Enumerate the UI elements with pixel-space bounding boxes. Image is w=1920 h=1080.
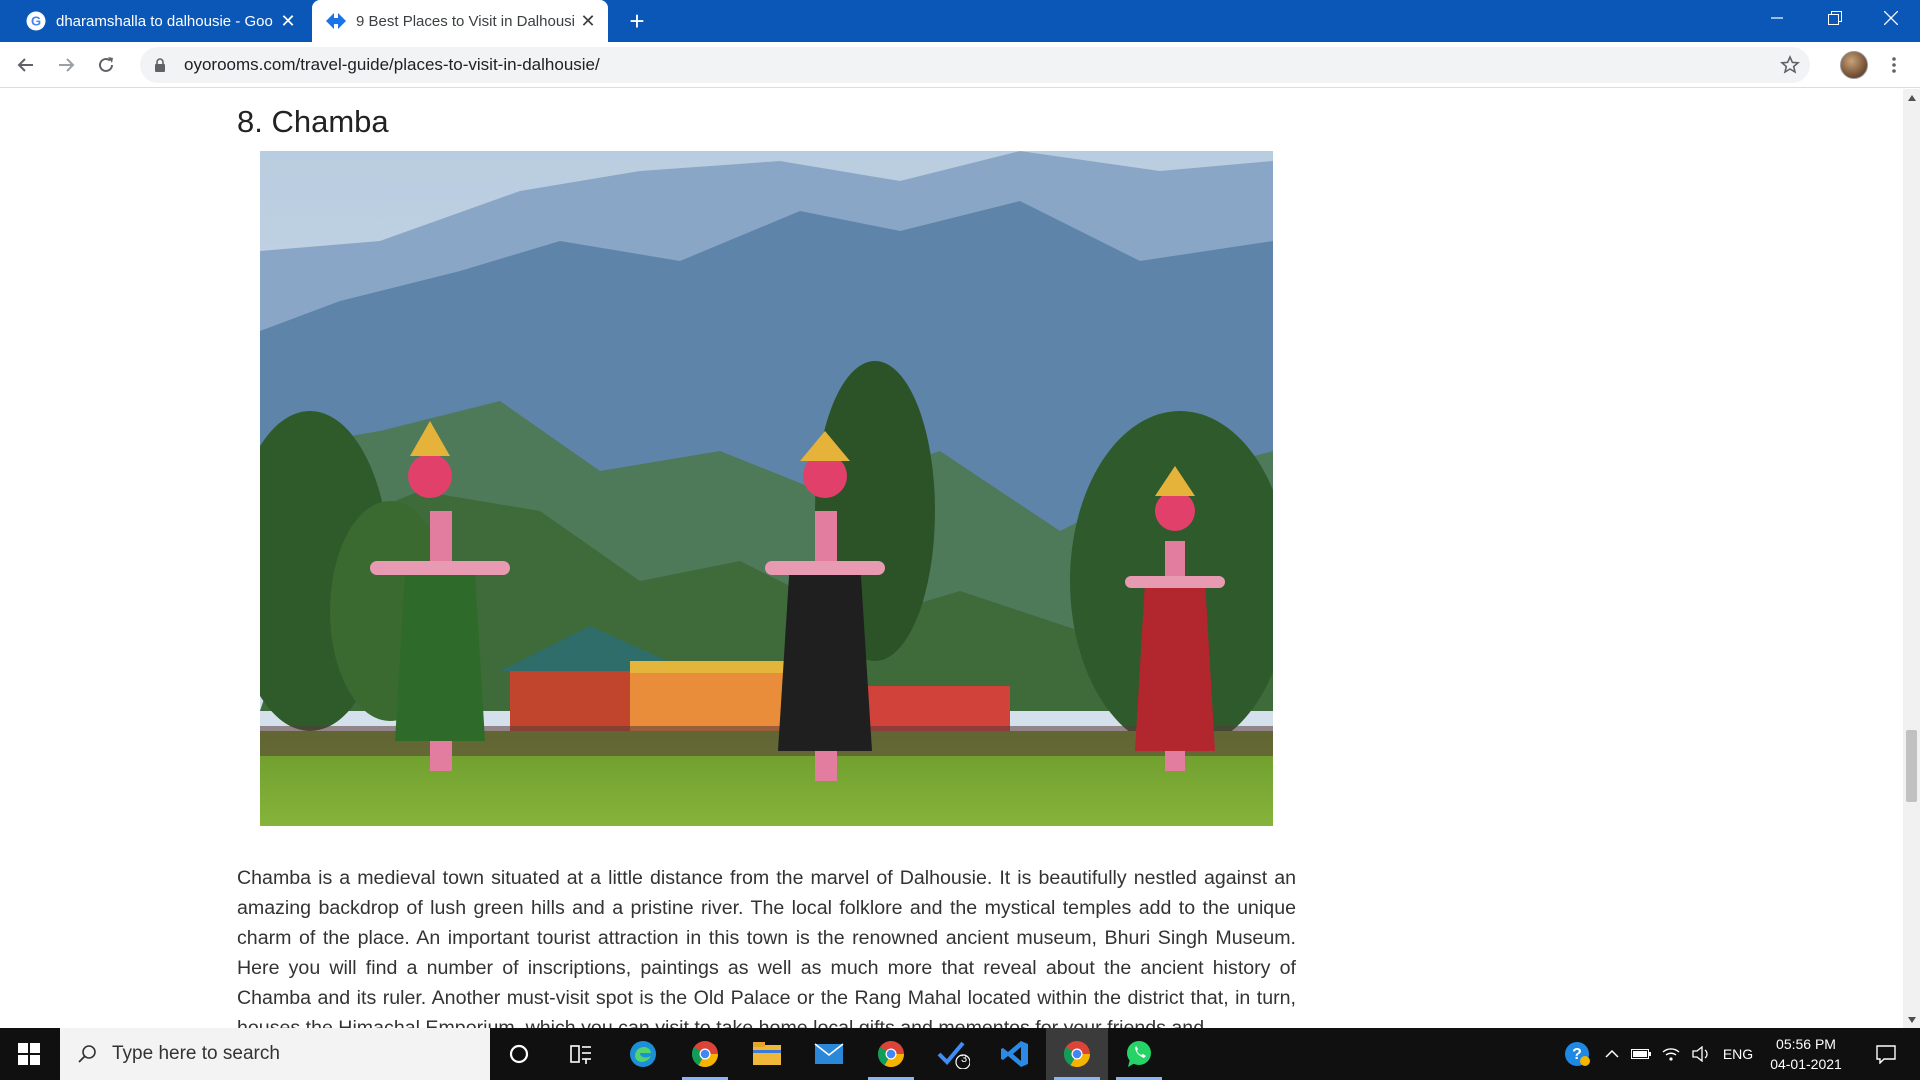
folder-icon <box>753 1042 781 1065</box>
cortana-icon <box>509 1044 529 1064</box>
mail-taskbar-icon[interactable] <box>798 1028 860 1080</box>
oyo-icon <box>326 11 346 31</box>
reload-icon <box>99 57 113 72</box>
scrollbar-thumb[interactable] <box>1906 730 1917 802</box>
edge-taskbar-icon[interactable] <box>612 1028 674 1080</box>
volume-icon[interactable] <box>1688 1028 1714 1080</box>
chrome-profile-taskbar-icon[interactable] <box>674 1028 736 1080</box>
vscode-taskbar-icon[interactable] <box>984 1028 1046 1080</box>
todo-taskbar-icon[interactable]: 3 <box>922 1028 984 1080</box>
chrome-taskbar-icon-2[interactable] <box>860 1028 922 1080</box>
start-button[interactable] <box>0 1028 58 1080</box>
task-view-icon <box>570 1045 591 1064</box>
vscode-icon <box>1001 1041 1028 1067</box>
cortana-button[interactable] <box>488 1028 550 1080</box>
chrome-taskbar-icon-active[interactable] <box>1046 1028 1108 1080</box>
help-tray-icon[interactable]: ? <box>1560 1028 1594 1080</box>
windows-logo-icon <box>18 1043 40 1065</box>
bookmark-star-icon[interactable] <box>1778 53 1802 77</box>
file-explorer-taskbar-icon[interactable] <box>736 1028 798 1080</box>
google-icon: G <box>26 11 46 31</box>
tab-google-search[interactable]: G dharamshalla to dalhousie - Goo ✕ <box>12 0 308 42</box>
url-text: oyorooms.com/travel-guide/places-to-visi… <box>184 55 600 74</box>
todo-badge: 3 <box>961 1053 968 1065</box>
mail-icon <box>814 1043 844 1064</box>
wifi-icon[interactable] <box>1658 1028 1684 1080</box>
close-window-button[interactable] <box>1862 0 1920 36</box>
windows-taskbar: Type here to search 3 ? ENG 05:56 PM 04-… <box>0 1028 1920 1080</box>
help-icon: ? <box>1565 1042 1590 1066</box>
more-menu-icon[interactable] <box>1880 51 1908 79</box>
task-view-button[interactable] <box>550 1028 612 1080</box>
tab-oyo-dalhousie[interactable]: 9 Best Places to Visit in Dalhousie ✕ <box>312 0 608 42</box>
chevron-up-icon[interactable] <box>1600 1028 1624 1080</box>
taskbar-clock[interactable]: 05:56 PM 04-01-2021 <box>1758 1034 1854 1074</box>
taskbar-search-box[interactable]: Type here to search <box>60 1028 490 1080</box>
restore-button[interactable] <box>1806 0 1864 36</box>
search-placeholder: Type here to search <box>112 1043 280 1064</box>
lock-icon[interactable] <box>152 57 168 73</box>
arrow-right-icon <box>59 58 75 72</box>
reload-button[interactable] <box>92 51 120 79</box>
new-tab-button[interactable]: + <box>622 6 652 36</box>
close-icon[interactable]: ✕ <box>574 7 602 35</box>
chrome-icon <box>691 1041 719 1068</box>
chrome-icon <box>877 1041 905 1068</box>
clock-time: 05:56 PM <box>1776 1036 1836 1052</box>
forward-button[interactable] <box>52 51 80 79</box>
search-icon <box>76 1043 98 1065</box>
language-indicator[interactable]: ENG <box>1718 1028 1758 1080</box>
scroll-up-arrow-icon[interactable] <box>1903 89 1920 106</box>
section-paragraph: Chamba is a medieval town situated at a … <box>237 867 1296 1028</box>
browser-toolbar: oyorooms.com/travel-guide/places-to-visi… <box>0 42 1920 88</box>
clock-date: 04-01-2021 <box>1770 1056 1842 1072</box>
svg-text:G: G <box>31 14 41 29</box>
language-label: ENG <box>1722 1046 1754 1062</box>
arrow-left-icon <box>17 58 33 72</box>
profile-avatar[interactable] <box>1840 51 1868 79</box>
scroll-down-arrow-icon[interactable] <box>1903 1011 1920 1028</box>
close-icon[interactable]: ✕ <box>274 7 302 35</box>
tab-title: dharamshalla to dalhousie - Goo <box>56 12 273 30</box>
battery-icon[interactable] <box>1628 1028 1654 1080</box>
whatsapp-taskbar-icon[interactable] <box>1108 1028 1170 1080</box>
chrome-icon <box>1063 1041 1091 1068</box>
tab-title: 9 Best Places to Visit in Dalhousie <box>356 12 574 30</box>
page-scrollbar[interactable] <box>1903 89 1920 1028</box>
address-bar[interactable]: oyorooms.com/travel-guide/places-to-visi… <box>140 47 1810 83</box>
back-button[interactable] <box>12 51 40 79</box>
page-viewport: 8. Chamba Chamba is a medieval town situ… <box>0 89 1903 1028</box>
whatsapp-icon <box>1127 1041 1151 1067</box>
tab-strip: G dharamshalla to dalhousie - Goo ✕ 9 Be… <box>0 0 1920 42</box>
minimize-button[interactable] <box>1748 0 1806 36</box>
section-heading: 8. Chamba <box>237 104 389 139</box>
notifications-icon[interactable] <box>1866 1028 1906 1080</box>
chamba-photo <box>260 151 1273 826</box>
